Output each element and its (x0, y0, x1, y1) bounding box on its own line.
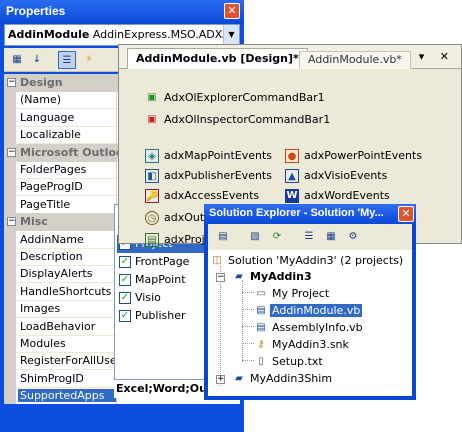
word-icon: W (285, 189, 299, 203)
solution-explorer-window: Solution Explorer - Solution 'My... ✕ ▤ … (204, 204, 416, 400)
vb-project-icon: ▰ (235, 271, 243, 282)
app-label: Visio (135, 291, 161, 304)
view-code-icon[interactable]: ☰ (300, 228, 318, 246)
show-all-files-icon[interactable]: ▧ (246, 228, 264, 246)
app-label: MapPoint (135, 273, 186, 286)
property-name: (Name) (20, 93, 62, 107)
solution-explorer-title: Solution Explorer - Solution 'My... (209, 207, 384, 219)
property-name: FolderPages (20, 163, 87, 176)
properties-titlebar[interactable]: Properties ✕ (0, 0, 244, 24)
solution-explorer-close-button[interactable]: ✕ (398, 206, 414, 222)
row-gutter (4, 230, 16, 249)
collapse-category-icon[interactable]: − (7, 78, 16, 87)
designer-tabbar: AddinModule.vb [Design]* AddinModule.vb*… (119, 45, 461, 69)
selector-object-type: AddinExpress.MSO.ADXAddin (92, 28, 240, 41)
row-gutter (4, 335, 16, 353)
powerpoint-icon: ● (285, 149, 299, 163)
app-label: FrontPage (135, 255, 190, 268)
properties-title: Properties (6, 4, 66, 18)
property-name: ShimProgID (20, 371, 84, 385)
command-bar-icon: ▣ (147, 92, 157, 103)
chevron-down-icon[interactable]: ▼ (223, 25, 239, 45)
solution-icon: ◫ (212, 255, 222, 266)
property-name: SupportedApps (18, 389, 116, 403)
property-name: RegisterForAllUsers (20, 354, 116, 368)
properties-close-button[interactable]: ✕ (224, 3, 240, 19)
text-file-icon: ▯ (258, 356, 264, 367)
property-name: Images (20, 302, 61, 316)
row-gutter (4, 195, 16, 214)
tab-addinmodule-design[interactable]: AddinModule.vb [Design]* (127, 48, 308, 69)
publisher-icon: ◧ (145, 169, 159, 183)
mappoint-icon: ◈ (145, 149, 159, 163)
collapse-category-icon[interactable]: − (7, 217, 16, 227)
property-name: HandleShortcuts (20, 284, 112, 298)
tab-window-controls[interactable]: ▾ ✕ (419, 50, 455, 63)
refresh-icon[interactable]: ⟳ (268, 228, 286, 246)
property-name: Localizable (20, 128, 81, 142)
property-name: Modules (20, 337, 66, 350)
row-gutter (4, 161, 16, 179)
outlook-icon: ◷ (145, 211, 159, 225)
object-selector[interactable]: AddinModule AddinExpress.MSO.ADXAddin ▼ (4, 24, 240, 46)
row-gutter (4, 317, 16, 336)
column-separator (116, 126, 117, 145)
row-gutter (4, 126, 16, 145)
tab-addinmodule-code[interactable]: AddinModule.vb* (299, 51, 411, 69)
solution-explorer-titlebar[interactable]: Solution Explorer - Solution 'My... ✕ (204, 204, 416, 224)
visio-icon: ▲ (285, 169, 299, 183)
selector-object-name: AddinModule (8, 28, 90, 41)
class-diagram-icon[interactable]: ⚙ (344, 228, 362, 246)
column-separator (116, 91, 117, 110)
app-checkbox[interactable]: ✓ (119, 310, 131, 322)
vb-file-icon: ▤ (256, 305, 266, 316)
cpp-project-icon: ▰ (235, 373, 243, 384)
solution-explorer-toolbar: ▤ ▧ ⟳ ☰ ▦ ⚙ (208, 224, 412, 250)
column-separator (116, 178, 117, 197)
my-project-icon: ▭ (256, 288, 266, 299)
row-gutter (4, 352, 16, 371)
row-gutter (4, 248, 16, 266)
property-name: LoadBehavior (20, 319, 96, 333)
property-name: PageProgID (20, 180, 83, 194)
collapse-project-icon[interactable]: − (216, 273, 225, 282)
app-checkbox[interactable]: ✓ (119, 292, 131, 304)
row-gutter (4, 387, 16, 404)
column-separator (116, 108, 117, 127)
alphabetical-icon[interactable]: ↓ (28, 51, 46, 69)
command-bar-icon: ▣ (147, 114, 157, 125)
property-name: Language (20, 110, 75, 124)
app-checkbox[interactable]: ✓ (119, 274, 131, 286)
row-gutter (4, 108, 16, 127)
properties-icon[interactable]: ☰ (58, 51, 76, 69)
row-gutter (4, 91, 16, 110)
solution-tree: ◫ Solution 'MyAddin3' (2 projects) − ▰ M… (208, 250, 412, 396)
property-name: AddinName (20, 232, 84, 246)
row-gutter (4, 300, 16, 319)
row-gutter (4, 369, 16, 388)
row-gutter (4, 178, 16, 197)
events-icon[interactable]: ⚡ (80, 51, 98, 69)
app-checkbox[interactable]: ✓ (119, 256, 131, 268)
column-separator (116, 161, 117, 179)
row-gutter (4, 282, 16, 301)
property-name: Description (20, 250, 83, 263)
row-gutter (4, 265, 16, 284)
vb-file-icon: ▤ (256, 322, 266, 333)
app-label: Publisher (135, 309, 186, 322)
view-designer-icon[interactable]: ▦ (322, 228, 340, 246)
properties-icon[interactable]: ▤ (214, 228, 232, 246)
project-icon: ▤ (145, 233, 159, 247)
access-icon: 🔑 (145, 189, 159, 203)
key-file-icon: ⚷ (257, 339, 265, 350)
categorized-icon[interactable]: ▦ (8, 51, 26, 69)
expand-shim-project-icon[interactable]: + (216, 375, 225, 384)
property-name: DisplayAlerts (20, 267, 93, 281)
property-name: PageTitle (20, 197, 71, 211)
collapse-category-icon[interactable]: − (7, 147, 16, 157)
